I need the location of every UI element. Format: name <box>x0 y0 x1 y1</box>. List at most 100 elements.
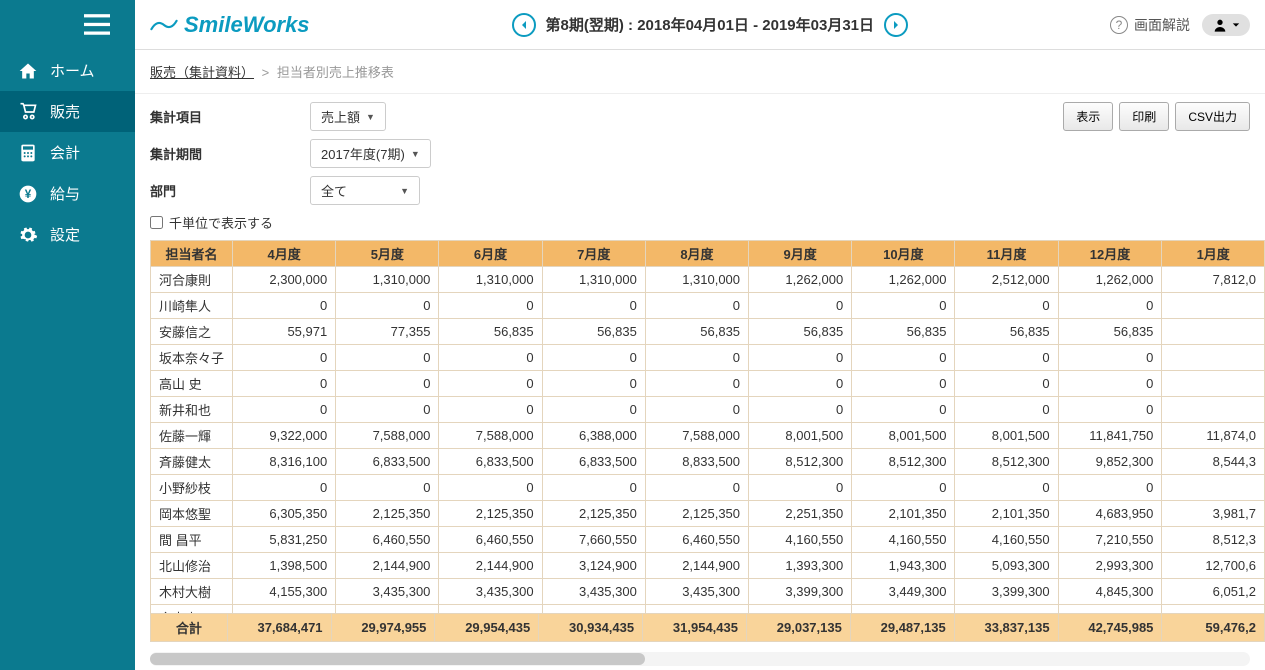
filter-bar: 集計項目 売上額 ▼ 集計期間 2017年度(7期) ▼ 部門 <box>135 94 1265 240</box>
column-header[interactable]: 11月度 <box>955 241 1058 267</box>
column-header[interactable]: 8月度 <box>645 241 748 267</box>
data-cell: 2,125,350 <box>645 501 748 527</box>
data-cell: 3,124,900 <box>542 553 645 579</box>
table-row: 斉藤健太8,316,1006,833,5006,833,5006,833,500… <box>151 449 1265 475</box>
totals-cell: 29,037,135 <box>746 614 850 642</box>
data-cell: 0 <box>955 293 1058 319</box>
horizontal-scrollbar[interactable] <box>150 652 1250 666</box>
show-button[interactable]: 表示 <box>1063 102 1113 131</box>
data-cell: 0 <box>336 475 439 501</box>
data-cell: 7,588,000 <box>336 423 439 449</box>
data-cell: 4,683,950 <box>1058 501 1162 527</box>
data-cell: 55,971 <box>233 319 336 345</box>
sidebar: ホーム 販売 会計 ¥ 給与 設定 <box>0 0 135 670</box>
data-cell: 0 <box>749 345 852 371</box>
breadcrumb: 販売（集計資料） > 担当者別売上推移表 <box>135 50 1265 94</box>
data-cell: 1,310,000 <box>336 267 439 293</box>
data-cell: 6,305,350 <box>233 501 336 527</box>
column-header[interactable]: 12月度 <box>1058 241 1162 267</box>
breadcrumb-root[interactable]: 販売（集計資料） <box>150 65 254 80</box>
column-header[interactable]: 担当者名 <box>151 241 233 267</box>
data-cell: 3,981,7 <box>1162 501 1265 527</box>
data-cell: 0 <box>645 345 748 371</box>
csv-export-button[interactable]: CSV出力 <box>1175 102 1250 131</box>
help-button[interactable]: ? 画面解説 <box>1110 15 1190 35</box>
filter-period-select[interactable]: 2017年度(7期) ▼ <box>310 139 431 168</box>
sidebar-item-accounting[interactable]: 会計 <box>0 132 135 173</box>
data-cell: 2,251,350 <box>749 501 852 527</box>
column-header[interactable]: 7月度 <box>542 241 645 267</box>
data-cell: 7,812,0 <box>1162 267 1265 293</box>
column-header[interactable]: 9月度 <box>749 241 852 267</box>
user-menu-button[interactable] <box>1202 14 1250 36</box>
print-button[interactable]: 印刷 <box>1119 102 1169 131</box>
data-cell: 0 <box>542 371 645 397</box>
table-row: 新井和也000000000 <box>151 397 1265 423</box>
data-cell: 2,144,900 <box>439 553 542 579</box>
period-prev-button[interactable] <box>512 13 536 37</box>
data-cell: 2,101,350 <box>852 501 955 527</box>
sidebar-item-home[interactable]: ホーム <box>0 50 135 91</box>
data-cell: 8,512,300 <box>749 449 852 475</box>
data-cell: 3,435,300 <box>336 579 439 605</box>
data-cell: 6,833,500 <box>336 449 439 475</box>
table-row: 岡本悠聖6,305,3502,125,3502,125,3502,125,350… <box>151 501 1265 527</box>
totals-label: 合計 <box>151 614 228 642</box>
menu-toggle[interactable] <box>0 0 135 50</box>
data-table-wrap[interactable]: 担当者名4月度5月度6月度7月度8月度9月度10月度11月度12月度1月度 河合… <box>135 240 1265 613</box>
filter-dept-select[interactable]: 全て ▼ <box>310 176 420 205</box>
filter-period-label: 集計期間 <box>150 144 310 163</box>
data-cell: 4,160,550 <box>955 527 1058 553</box>
totals-cell: 59,476,2 <box>1162 614 1265 642</box>
brand-logo[interactable]: SmileWorks <box>150 12 310 38</box>
data-cell <box>1162 371 1265 397</box>
data-cell: 1,262,000 <box>1058 267 1162 293</box>
data-cell: 8,001,500 <box>955 423 1058 449</box>
logo-icon <box>150 15 178 35</box>
column-header[interactable]: 4月度 <box>233 241 336 267</box>
data-cell: 0 <box>542 397 645 423</box>
table-row: 北山修治1,398,5002,144,9002,144,9003,124,900… <box>151 553 1265 579</box>
period-next-button[interactable] <box>884 13 908 37</box>
hamburger-icon <box>84 14 110 36</box>
data-cell: 0 <box>749 605 852 614</box>
thousands-checkbox-wrap[interactable]: 千単位で表示する <box>150 213 1063 232</box>
data-cell: 0 <box>542 345 645 371</box>
caret-down-icon: ▼ <box>411 149 420 159</box>
row-name-cell: 斉藤健太 <box>151 449 233 475</box>
data-cell: 0 <box>542 605 645 614</box>
sidebar-item-settings[interactable]: 設定 <box>0 214 135 255</box>
filter-agg-select[interactable]: 売上額 ▼ <box>310 102 386 131</box>
table-row: 小野紗枝000000000 <box>151 475 1265 501</box>
column-header[interactable]: 5月度 <box>336 241 439 267</box>
help-label: 画面解説 <box>1134 15 1190 35</box>
table-row: 安藤信之55,97177,35556,83556,83556,83556,835… <box>151 319 1265 345</box>
scrollbar-thumb[interactable] <box>150 653 645 665</box>
column-header[interactable]: 1月度 <box>1162 241 1265 267</box>
data-cell: 1,262,000 <box>852 267 955 293</box>
column-header[interactable]: 10月度 <box>852 241 955 267</box>
row-name-cell: 小野紗枝 <box>151 475 233 501</box>
data-cell: 8,001,500 <box>749 423 852 449</box>
sidebar-item-payroll[interactable]: ¥ 給与 <box>0 173 135 214</box>
data-cell: 0 <box>1058 397 1162 423</box>
totals-cell: 33,837,135 <box>954 614 1058 642</box>
chevron-left-icon <box>519 20 529 30</box>
row-name-cell: 間 昌平 <box>151 527 233 553</box>
data-cell: 4,160,550 <box>749 527 852 553</box>
data-cell: 77,355 <box>336 319 439 345</box>
data-cell: 2,993,300 <box>1058 553 1162 579</box>
data-cell: 56,835 <box>1058 319 1162 345</box>
data-cell: 0 <box>852 371 955 397</box>
sidebar-item-label: 会計 <box>50 142 80 163</box>
data-cell <box>1162 397 1265 423</box>
data-cell: 11,874,0 <box>1162 423 1265 449</box>
data-cell: 0 <box>439 293 542 319</box>
thousands-checkbox[interactable] <box>150 216 163 229</box>
home-icon <box>18 61 38 81</box>
data-cell: 2,144,900 <box>336 553 439 579</box>
data-cell: 0 <box>645 371 748 397</box>
row-name-cell: 岡本悠聖 <box>151 501 233 527</box>
column-header[interactable]: 6月度 <box>439 241 542 267</box>
sidebar-item-sales[interactable]: 販売 <box>0 91 135 132</box>
